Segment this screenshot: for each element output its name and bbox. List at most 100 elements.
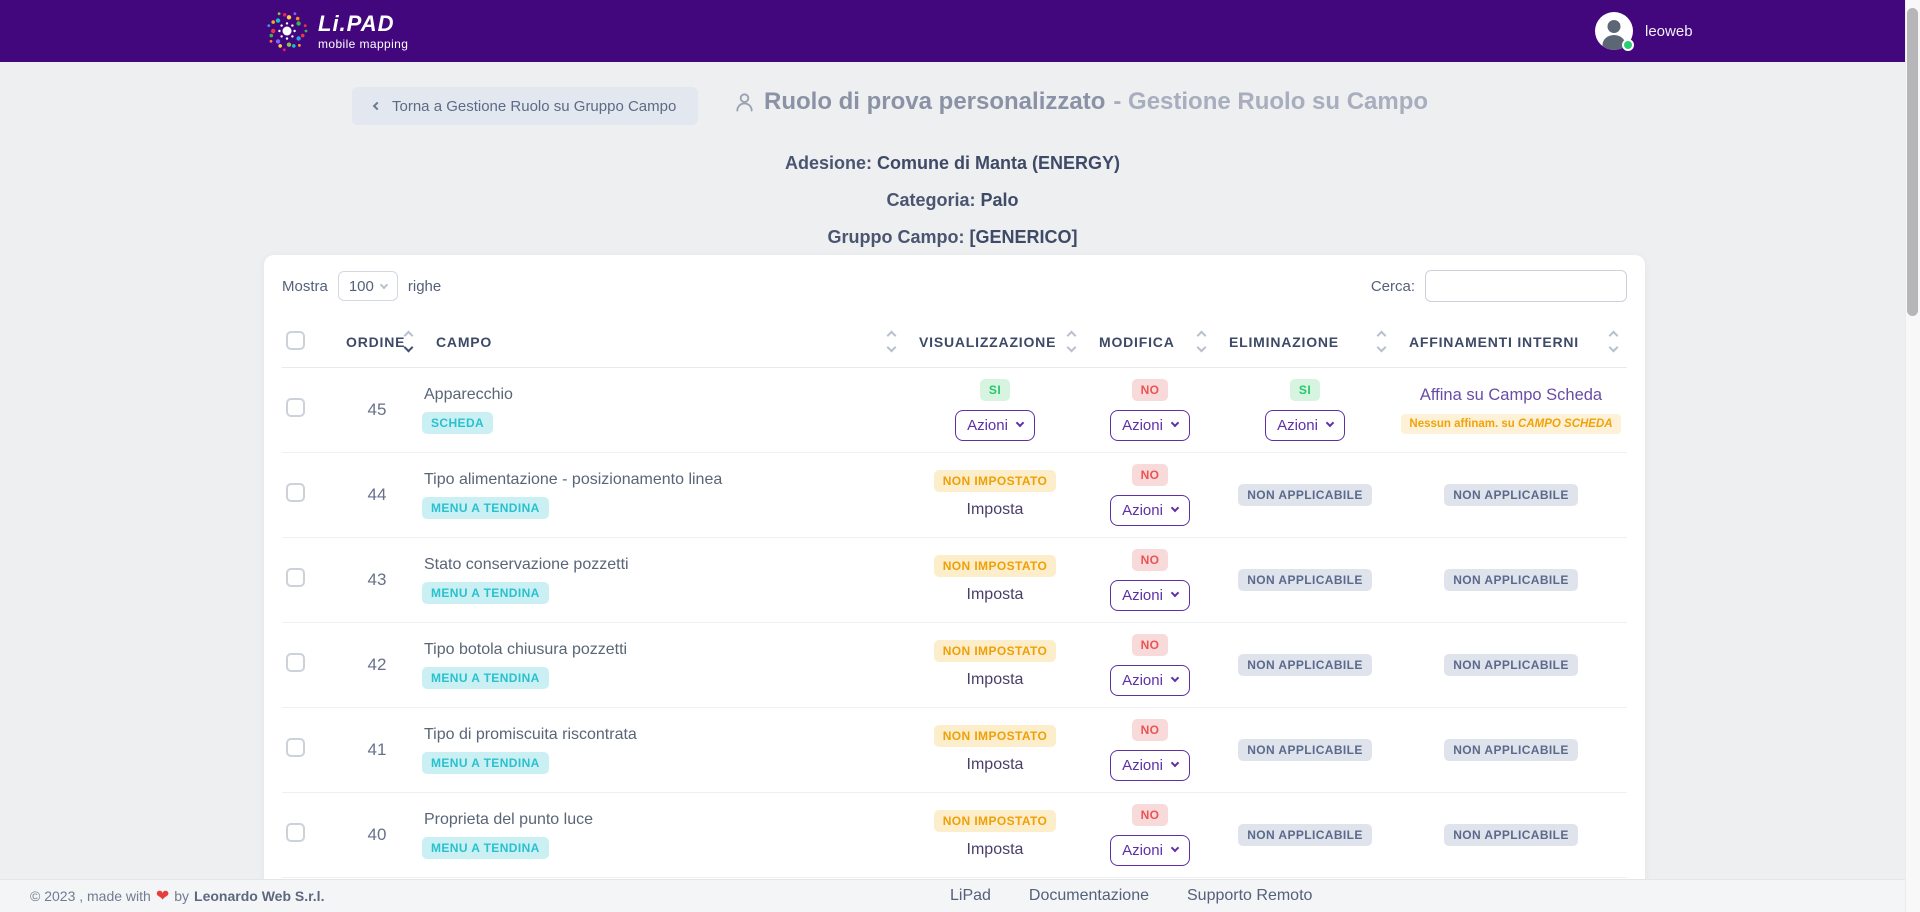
column-header-modifica[interactable]: MODIFICA (1099, 334, 1175, 350)
scrollbar-track[interactable] (1905, 0, 1920, 912)
page-subtitle: - Gestione Ruolo su Campo (1113, 88, 1428, 116)
footer-link-documentazione[interactable]: Documentazione (1029, 887, 1149, 905)
affinamenti-badge: NON APPLICABILE (1444, 739, 1578, 761)
visualizzazione-badge: NON IMPOSTATO (934, 640, 1057, 662)
chevron-down-icon (1171, 844, 1179, 852)
app-logo[interactable]: Li.PAD mobile mapping (264, 8, 408, 54)
row-checkbox[interactable] (286, 823, 305, 842)
sort-down-icon (1377, 343, 1387, 353)
page-size-select[interactable]: 100 (338, 271, 398, 301)
sort-icons-ordine[interactable] (405, 332, 412, 351)
affina-link[interactable]: Affina su Campo Scheda (1420, 386, 1602, 405)
azioni-select[interactable]: Azioni (1110, 580, 1190, 611)
table-row: 41Tipo di promiscuita riscontrataMENU A … (282, 707, 1627, 792)
ordine-cell: 40 (332, 792, 422, 877)
table-row: 40Proprieta del punto luce MENU A TENDINA… (282, 792, 1627, 877)
show-label: Mostra (282, 278, 328, 295)
campo-cell: Tipo di promiscuita riscontrataMENU A TE… (422, 707, 905, 792)
adesione-value: Comune di Manta (ENERGY) (877, 153, 1120, 173)
rows-label: righe (408, 278, 441, 295)
modifica-badge: NO (1132, 634, 1169, 656)
affinamenti-note-badge: Nessun affinam. su CAMPO SCHEDA (1401, 414, 1620, 434)
footer-link-lipad[interactable]: LiPad (950, 887, 991, 905)
user-menu[interactable]: leoweb (1595, 12, 1693, 50)
table-row: 44Tipo alimentazione - posizionamento li… (282, 452, 1627, 537)
chevron-down-icon (1171, 419, 1179, 427)
row-checkbox[interactable] (286, 398, 305, 417)
sort-icons-modifica[interactable] (1198, 332, 1205, 351)
affinamenti-cell: NON APPLICABILE (1395, 654, 1627, 676)
azioni-label: Azioni (1122, 842, 1163, 859)
campo-name: Apparecchio (422, 386, 905, 404)
row-checkbox[interactable] (286, 738, 305, 757)
azioni-label: Azioni (1122, 672, 1163, 689)
chevron-down-icon (1171, 759, 1179, 767)
campo-cell: Tipo botola chiusura pozzettiMENU A TEND… (422, 622, 905, 707)
row-checkbox[interactable] (286, 568, 305, 587)
search-input[interactable] (1425, 270, 1627, 302)
footer-link-supporto-remoto[interactable]: Supporto Remoto (1187, 887, 1312, 905)
note-strong: CAMPO SCHEDA (1518, 418, 1613, 430)
imposta-link[interactable]: Imposta (967, 756, 1024, 774)
column-header-eliminazione[interactable]: ELIMINAZIONE (1229, 334, 1339, 350)
table-body: 45ApparecchioSCHEDASIAzioniNOAzioniSIAzi… (282, 367, 1627, 877)
affinamenti-cell: Affina su Campo Scheda Nessun affinam. su… (1395, 386, 1627, 434)
logo-title: Li.PAD (318, 13, 408, 35)
campo-cell: ApparecchioSCHEDA (422, 367, 905, 452)
column-header-ordine[interactable]: ORDINE (346, 334, 405, 350)
campo-type-badge: MENU A TENDINA (422, 752, 549, 774)
imposta-link[interactable]: Imposta (967, 841, 1024, 859)
ordine-cell: 44 (332, 452, 422, 537)
visualizzazione-badge: NON IMPOSTATO (934, 810, 1057, 832)
imposta-link[interactable]: Imposta (967, 671, 1024, 689)
eliminazione-cell: NON APPLICABILE (1215, 739, 1395, 761)
azioni-select[interactable]: Azioni (1110, 750, 1190, 781)
campo-cell: Stato conservazione pozzettiMENU A TENDI… (422, 537, 905, 622)
visualizzazione-cell: NON IMPOSTATO Imposta (905, 810, 1085, 859)
column-header-visualizzazione[interactable]: VISUALIZZAZIONE (919, 334, 1056, 350)
sort-icons-eliminazione[interactable] (1378, 332, 1385, 351)
row-checkbox[interactable] (286, 653, 305, 672)
scrollbar-thumb[interactable] (1907, 8, 1918, 316)
back-button[interactable]: Torna a Gestione Ruolo su Gruppo Campo (352, 87, 698, 125)
eliminazione-cell: NON APPLICABILE (1215, 824, 1395, 846)
column-header-affinamenti-interni[interactable]: AFFINAMENTI INTERNI (1409, 334, 1579, 350)
ordine-cell: 45 (332, 367, 422, 452)
modifica-badge: NO (1132, 379, 1169, 401)
adesione-label: Adesione: (785, 153, 872, 173)
context-info: Adesione: Comune di Manta (ENERGY) Categ… (0, 145, 1905, 256)
campo-name: Proprieta del punto luce (422, 811, 905, 829)
gruppo-campo-label: Gruppo Campo: (827, 227, 964, 247)
sort-icons-visualizzazione[interactable] (1068, 332, 1075, 351)
azioni-select[interactable]: Azioni (1110, 410, 1190, 441)
affinamenti-cell: NON APPLICABILE (1395, 824, 1627, 846)
azioni-select[interactable]: Azioni (1110, 665, 1190, 696)
copyright: © 2023 , made with ❤ by Leonardo Web S.r… (30, 880, 324, 912)
azioni-select[interactable]: Azioni (955, 410, 1035, 441)
visualizzazione-cell: NON IMPOSTATO Imposta (905, 640, 1085, 689)
imposta-link[interactable]: Imposta (967, 501, 1024, 519)
azioni-select[interactable]: Azioni (1110, 835, 1190, 866)
role-person-icon (733, 90, 756, 114)
categoria-value: Palo (981, 190, 1019, 210)
sort-icons-affinamenti[interactable] (1610, 332, 1617, 351)
column-header-campo[interactable]: CAMPO (436, 334, 492, 350)
gruppo-campo-value: [GENERICO] (970, 227, 1078, 247)
azioni-select[interactable]: Azioni (1265, 410, 1345, 441)
copyright-prefix: © 2023 , made with (30, 888, 151, 904)
modifica-badge: NO (1132, 464, 1169, 486)
table-row: 42Tipo botola chiusura pozzettiMENU A TE… (282, 622, 1627, 707)
select-all-checkbox[interactable] (286, 331, 305, 350)
fields-table: ORDINE CAMPO VISUALIZZAZIONE MODIFICA EL… (282, 317, 1627, 878)
campo-type-badge: MENU A TENDINA (422, 667, 549, 689)
sort-icons-campo[interactable] (888, 332, 895, 351)
azioni-select[interactable]: Azioni (1110, 495, 1190, 526)
campo-type-badge: MENU A TENDINA (422, 837, 549, 859)
categoria-label: Categoria: (886, 190, 975, 210)
imposta-link[interactable]: Imposta (967, 586, 1024, 604)
campo-cell: Tipo alimentazione - posizionamento line… (422, 452, 905, 537)
row-checkbox[interactable] (286, 483, 305, 502)
modifica-cell: NOAzioni (1085, 719, 1215, 781)
table-card: Mostra 100 righe Cerca: ORDINE (264, 255, 1645, 903)
visualizzazione-cell: NON IMPOSTATOImposta (905, 555, 1085, 604)
